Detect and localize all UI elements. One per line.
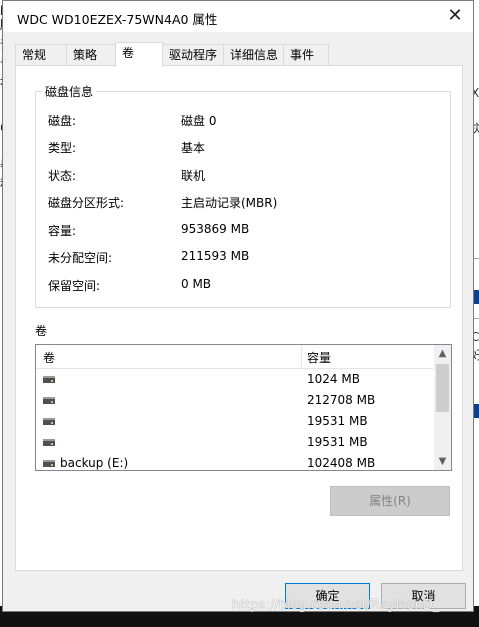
column-divider[interactable] xyxy=(301,345,302,369)
volume-capacity: 1024 MB xyxy=(307,372,360,386)
reserved-label: 保留空间: xyxy=(48,279,101,293)
watermark: https://blog.csdn.net/RayMonD_ xyxy=(232,598,440,613)
volume-name: backup (E:) xyxy=(60,456,129,470)
tab-events[interactable]: 事件 xyxy=(283,44,329,66)
table-row[interactable]: 19531 MB xyxy=(36,412,434,433)
disk-drive-icon xyxy=(43,460,55,467)
reserved-value: 0 MB xyxy=(181,277,212,291)
tab-policy[interactable]: 策略 xyxy=(66,44,116,66)
partition-style-value: 主启动记录(MBR) xyxy=(181,196,278,210)
status-label: 状态: xyxy=(48,169,77,183)
disk-value: 磁盘 0 xyxy=(181,114,217,128)
disk-drive-icon xyxy=(43,397,55,404)
tab-driver[interactable]: 驱动程序 xyxy=(162,44,224,66)
properties-dialog: WDC WD10EZEX-75WN4A0 属性 ✕ 常规 策略 卷 驱动程序 详… xyxy=(2,0,474,612)
disk-info-group: 磁盘信息 磁盘: 磁盘 0 类型: 基本 状态: 联机 磁盘分区形式: 主启动记… xyxy=(35,83,451,308)
volume-capacity: 212708 MB xyxy=(307,393,376,407)
scroll-down-arrow-icon[interactable]: ▼ xyxy=(434,453,451,470)
table-row[interactable]: backup (E:) 102408 MB xyxy=(36,454,434,470)
volume-capacity: 102408 MB xyxy=(307,456,376,470)
volumes-list-header: 卷 容量 xyxy=(36,345,434,369)
type-label: 类型: xyxy=(48,141,77,155)
unallocated-label: 未分配空间: xyxy=(48,251,113,265)
scroll-thumb[interactable] xyxy=(436,364,449,412)
table-row[interactable]: 1024 MB xyxy=(36,370,434,391)
properties-button[interactable]: 属性(R) xyxy=(330,486,450,516)
disk-drive-icon xyxy=(43,439,55,446)
title-bar: WDC WD10EZEX-75WN4A0 属性 ✕ xyxy=(3,1,473,32)
column-header-volume[interactable]: 卷 xyxy=(43,349,55,366)
tab-details[interactable]: 详细信息 xyxy=(223,44,284,66)
close-button[interactable]: ✕ xyxy=(443,5,467,27)
capacity-label: 容量: xyxy=(48,224,77,238)
volume-capacity: 19531 MB xyxy=(307,414,368,428)
volume-capacity: 19531 MB xyxy=(307,435,368,449)
tab-panel-volumes: 磁盘信息 磁盘: 磁盘 0 类型: 基本 状态: 联机 磁盘分区形式: 主启动记… xyxy=(15,65,463,571)
disk-drive-icon xyxy=(43,418,55,425)
volumes-scrollbar[interactable]: ▲ ▼ xyxy=(434,345,451,470)
tab-volumes[interactable]: 卷 xyxy=(115,42,163,67)
tab-general[interactable]: 常规 xyxy=(15,44,67,66)
table-row[interactable]: 212708 MB xyxy=(36,391,434,412)
partition-style-label: 磁盘分区形式: xyxy=(48,196,125,210)
column-header-capacity[interactable]: 容量 xyxy=(307,349,331,366)
disk-info-title: 磁盘信息 xyxy=(42,83,97,100)
window-title: WDC WD10EZEX-75WN4A0 属性 xyxy=(17,12,218,27)
status-value: 联机 xyxy=(181,169,206,183)
table-row[interactable]: 19531 MB xyxy=(36,433,434,454)
disk-drive-icon xyxy=(43,376,55,383)
capacity-value: 953869 MB xyxy=(181,222,250,236)
unallocated-value: 211593 MB xyxy=(181,249,250,263)
scroll-up-arrow-icon[interactable]: ▲ xyxy=(434,345,451,362)
volumes-section-label: 卷 xyxy=(35,324,48,338)
type-value: 基本 xyxy=(181,141,206,155)
volumes-list[interactable]: 卷 容量 1024 MB 212708 MB 19531 MB 19531 MB… xyxy=(35,344,452,471)
disk-label: 磁盘: xyxy=(48,114,77,128)
